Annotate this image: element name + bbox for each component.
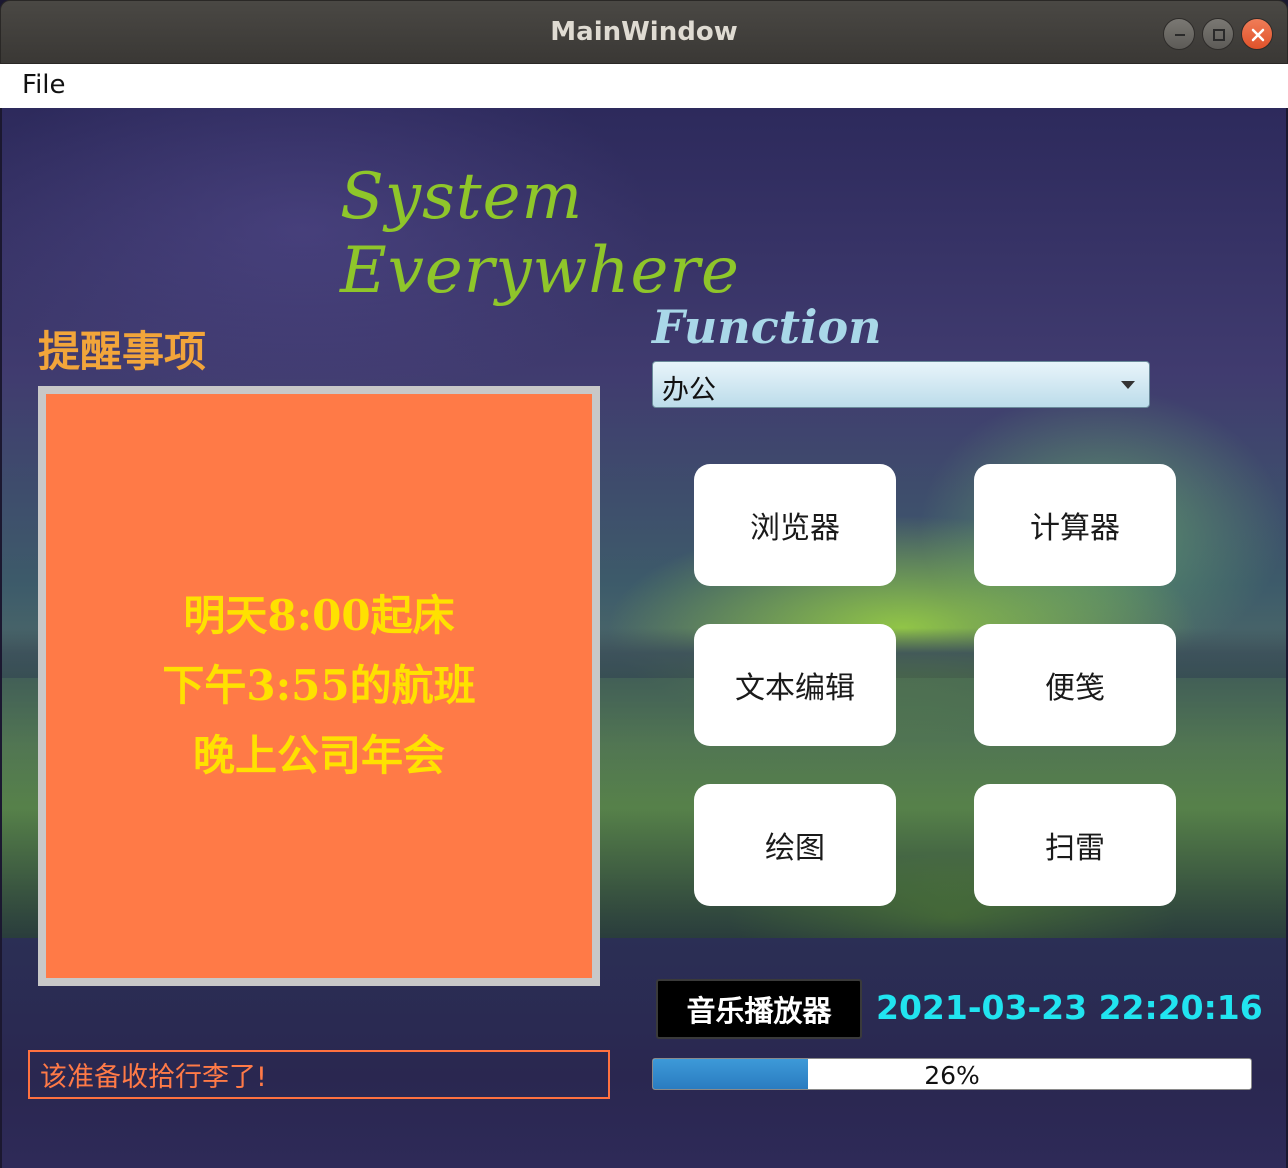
reminders-title: 提醒事项 [38,327,207,376]
headline-title: System Everywhere [340,160,740,308]
menu-bar: File [0,64,1288,108]
status-message-box: 该准备收拾行李了! [28,1050,610,1099]
music-player-button[interactable]: 音乐播放器 [656,979,862,1039]
reminder-line: 晚上公司年会 [192,731,445,780]
window-title: MainWindow [550,17,738,47]
menu-file[interactable]: File [22,70,66,100]
minimize-button[interactable] [1163,18,1195,50]
text-editor-button[interactable]: 文本编辑 [694,624,896,746]
notes-button[interactable]: 便笺 [974,624,1176,746]
minimize-icon [1175,34,1185,36]
progress-text: 26% [924,1061,980,1090]
minesweeper-button[interactable]: 扫雷 [974,784,1176,906]
drawing-button[interactable]: 绘图 [694,784,896,906]
close-button[interactable] [1241,18,1273,50]
reminder-line: 明天8:00起床 [183,591,455,640]
maximize-icon [1213,29,1225,41]
category-select-value: 办公 [662,375,716,406]
dropdown-arrow-icon [1121,381,1135,389]
datetime-display: 2021-03-23 22:20:16 [876,988,1263,1027]
reminders-panel: 明天8:00起床 下午3:55的航班 晚上公司年会 [38,386,600,986]
progress-bar: 26% [652,1058,1252,1090]
category-select[interactable]: 办公 [652,361,1150,408]
close-icon [1251,28,1265,42]
reminder-line: 下午3:55的航班 [162,661,476,710]
maximize-button[interactable] [1202,18,1234,50]
browser-button[interactable]: 浏览器 [694,464,896,586]
function-label: Function [652,300,882,354]
status-message: 该准备收拾行李了! [40,1062,267,1093]
title-bar: MainWindow [0,0,1288,64]
calculator-button[interactable]: 计算器 [974,464,1176,586]
